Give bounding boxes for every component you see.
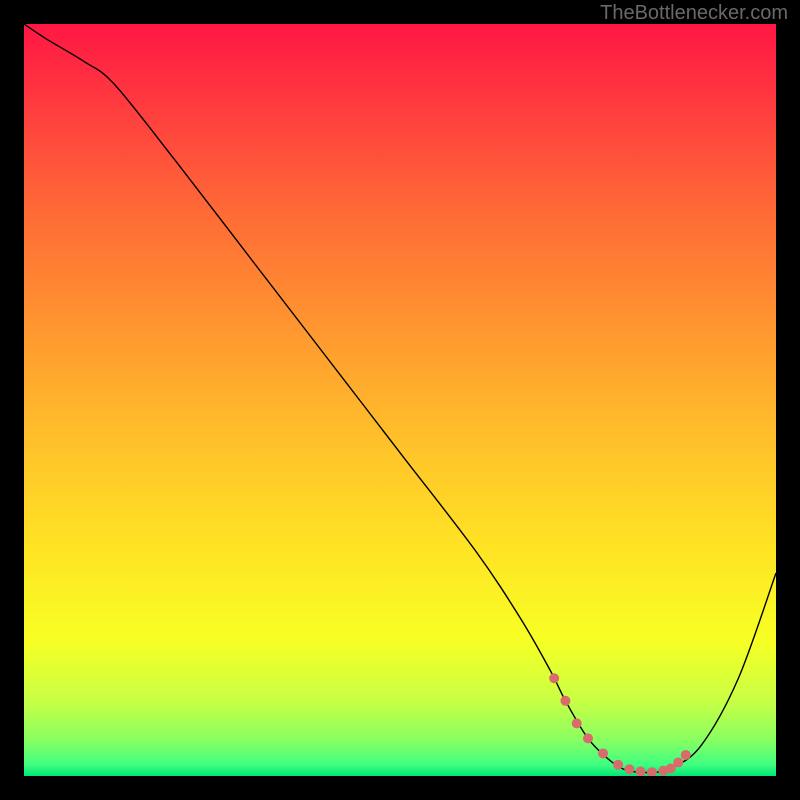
highlight-dot (681, 750, 691, 760)
highlight-dot (613, 760, 623, 770)
gradient-background (24, 24, 776, 776)
highlight-dot (598, 748, 608, 758)
highlight-dot (673, 757, 683, 767)
highlight-dot (549, 673, 559, 683)
highlight-dot (560, 696, 570, 706)
chart-container: TheBottlenecker.com (0, 0, 800, 800)
watermark-text: TheBottlenecker.com (600, 2, 788, 25)
highlight-dot (624, 764, 634, 774)
highlight-dot (572, 718, 582, 728)
highlight-dot (583, 733, 593, 743)
plot-area (24, 24, 776, 776)
chart-svg (24, 24, 776, 776)
